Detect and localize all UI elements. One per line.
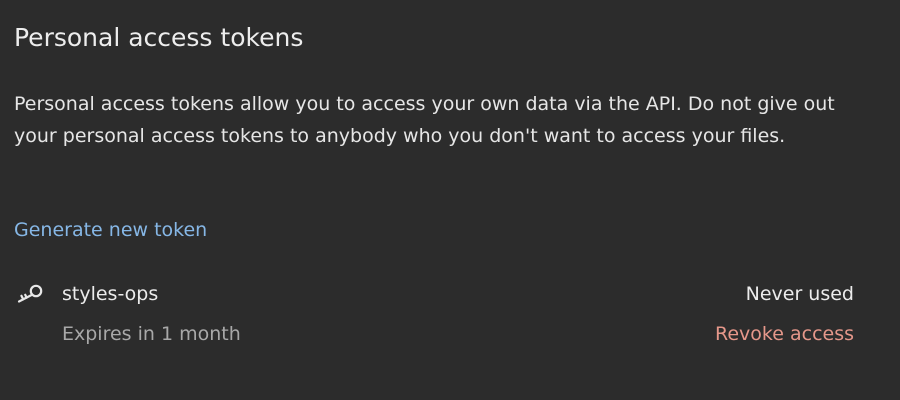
- token-expiry: Expires in 1 month: [62, 323, 241, 345]
- token-row: styles-ops Expires in 1 month Never used…: [14, 278, 854, 358]
- section-description: Personal access tokens allow you to acce…: [14, 93, 835, 147]
- generate-new-token-link[interactable]: Generate new token: [14, 216, 207, 244]
- section-title: Personal access tokens: [14, 23, 304, 52]
- revoke-access-link[interactable]: Revoke access: [715, 320, 854, 348]
- key-icon: [16, 282, 46, 306]
- token-name: styles-ops: [62, 283, 159, 305]
- token-usage-status: Never used: [745, 283, 854, 305]
